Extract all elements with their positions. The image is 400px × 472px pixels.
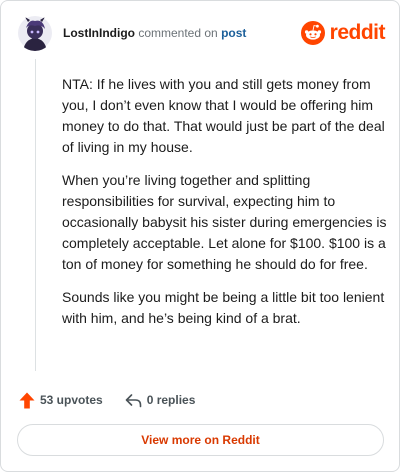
commented-on-text: commented on	[138, 26, 218, 40]
comment-byline: LostInIndigo commented on post	[63, 26, 246, 40]
comment-header: LostInIndigo commented on post reddit	[17, 15, 386, 51]
upvote-button[interactable]: 53 upvotes	[19, 392, 103, 409]
upvote-count: 53 upvotes	[40, 393, 103, 407]
comment-paragraph: When you’re living together and splittin…	[62, 172, 387, 272]
upvote-arrow-icon	[19, 392, 35, 408]
username-link[interactable]: LostInIndigo	[63, 26, 135, 40]
view-more-button[interactable]: View more on Reddit	[17, 424, 384, 456]
reddit-snoo-icon	[300, 21, 325, 45]
reddit-logo[interactable]: reddit	[300, 20, 386, 46]
comment-paragraph: Sounds like you might be being a little …	[62, 289, 385, 326]
avatar[interactable]	[17, 15, 53, 51]
reply-button[interactable]: 0 replies	[125, 393, 196, 408]
thread-line	[35, 59, 36, 371]
comment-embed-card: LostInIndigo commented on post reddit NT…	[0, 0, 400, 472]
comment-actions: 53 upvotes 0 replies	[19, 389, 195, 411]
comment-body: NTA: If he lives with you and still gets…	[62, 74, 387, 341]
comment-paragraph: NTA: If he lives with you and still gets…	[62, 76, 385, 155]
post-link[interactable]: post	[221, 26, 246, 40]
reddit-wordmark: reddit	[329, 21, 386, 44]
reply-arrow-icon	[125, 393, 142, 407]
reply-count: 0 replies	[146, 393, 196, 407]
